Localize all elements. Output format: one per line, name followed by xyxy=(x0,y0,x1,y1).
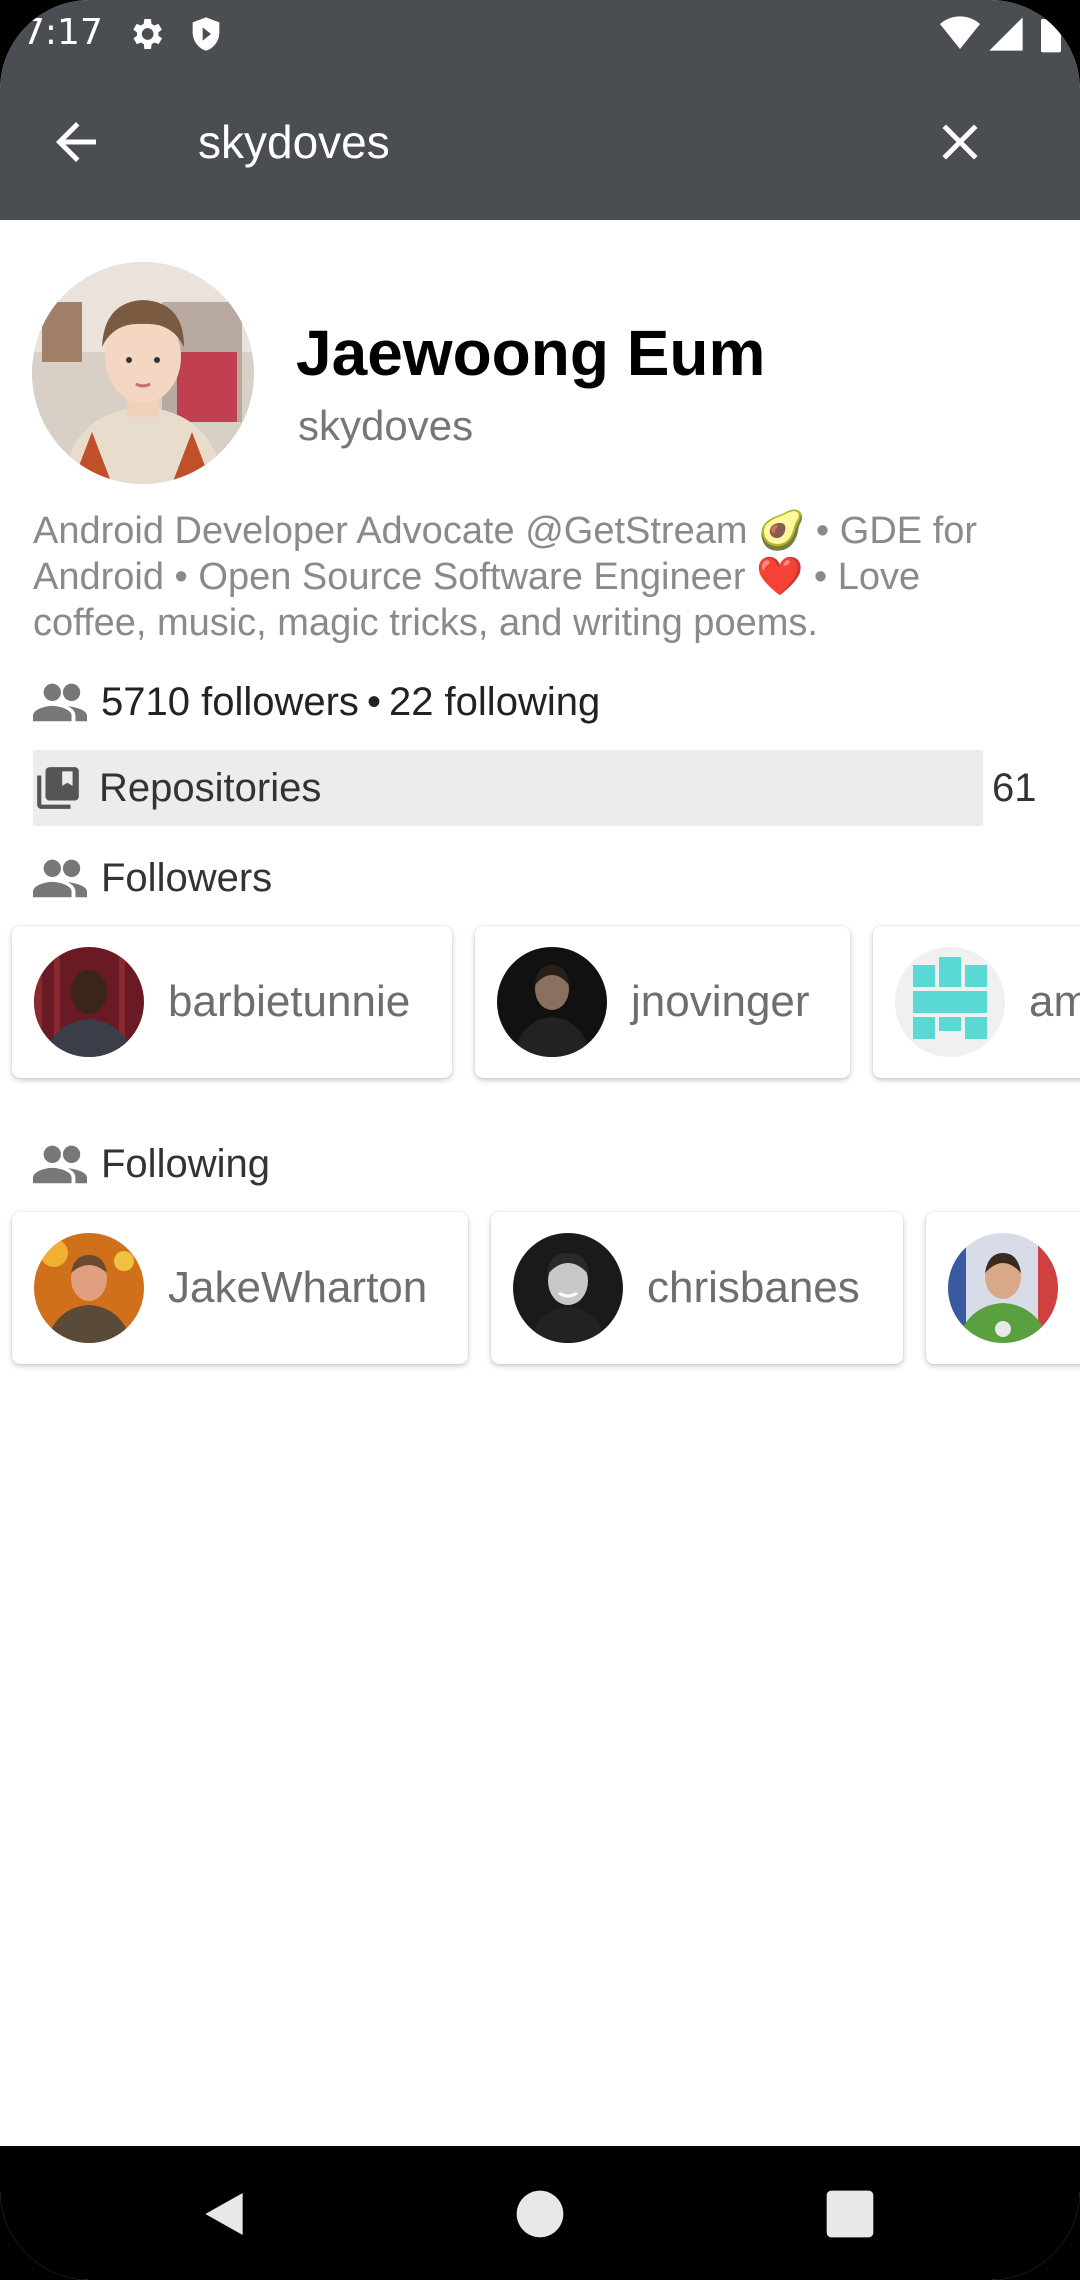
follower-card[interactable]: barbietunnie xyxy=(12,926,452,1078)
people-icon xyxy=(33,683,87,722)
profile-name: Jaewoong Eum xyxy=(296,317,766,389)
following-card[interactable]: chrisbanes xyxy=(491,1212,903,1364)
followers-title: Followers xyxy=(101,855,273,900)
close-icon[interactable] xyxy=(930,112,990,172)
status-bar: 7:17 xyxy=(0,0,1080,66)
nav-home-icon[interactable] xyxy=(512,2186,568,2242)
follower-card[interactable]: jnovinger xyxy=(475,926,850,1078)
people-icon xyxy=(33,859,87,898)
repositories-row[interactable]: Repositories xyxy=(33,750,983,826)
user-login: chrisbanes xyxy=(647,1263,860,1312)
identicon-avatar xyxy=(895,947,1005,1057)
search-query[interactable]: skydoves xyxy=(198,115,390,169)
wifi-icon xyxy=(940,16,980,49)
app-bar: 7:17 skydoves xyxy=(0,0,1080,220)
nav-recents-icon[interactable] xyxy=(822,2186,878,2242)
signal-icon xyxy=(989,17,1023,51)
user-avatar xyxy=(497,947,607,1057)
screen: 7:17 skydoves Jaewoong Eum skydoves Andr… xyxy=(0,0,1080,2280)
status-time: 7:17 xyxy=(22,12,103,53)
user-login: barbietunnie xyxy=(168,977,411,1026)
following-card[interactable] xyxy=(926,1212,1080,1364)
follower-card[interactable]: am xyxy=(873,926,1080,1078)
settings-icon xyxy=(133,19,162,49)
battery-icon xyxy=(1041,15,1061,53)
following-title: Following xyxy=(101,1141,270,1186)
user-avatar xyxy=(948,1233,1058,1343)
back-arrow-icon[interactable] xyxy=(46,112,106,172)
user-avatar xyxy=(34,1233,144,1343)
profile-bio: Android Developer Advocate @GetStream 🥑 … xyxy=(33,510,978,644)
user-login: jnovinger xyxy=(631,977,810,1026)
shield-icon xyxy=(192,17,220,51)
repositories-label: Repositories xyxy=(99,765,322,810)
library-books-icon xyxy=(37,767,79,809)
user-avatar xyxy=(34,947,144,1057)
follow-stats: 5710 followers • 22 following xyxy=(33,672,600,732)
following-count[interactable]: 22 following xyxy=(389,680,600,725)
user-login: am xyxy=(1029,977,1080,1026)
repositories-count: 61 xyxy=(992,766,1037,810)
user-login: JakeWharton xyxy=(168,1263,428,1312)
followers-count[interactable]: 5710 followers xyxy=(101,680,359,725)
profile-login: skydoves xyxy=(298,402,474,449)
following-card[interactable]: JakeWharton xyxy=(12,1212,468,1364)
profile-avatar xyxy=(32,262,254,484)
following-section-title: Following xyxy=(33,1136,270,1192)
followers-section-title: Followers xyxy=(33,850,272,906)
nav-back-icon[interactable] xyxy=(196,2186,252,2242)
user-avatar xyxy=(513,1233,623,1343)
people-icon xyxy=(33,1145,87,1184)
stats-separator: • xyxy=(366,679,381,724)
system-nav-bar xyxy=(0,2146,1080,2280)
